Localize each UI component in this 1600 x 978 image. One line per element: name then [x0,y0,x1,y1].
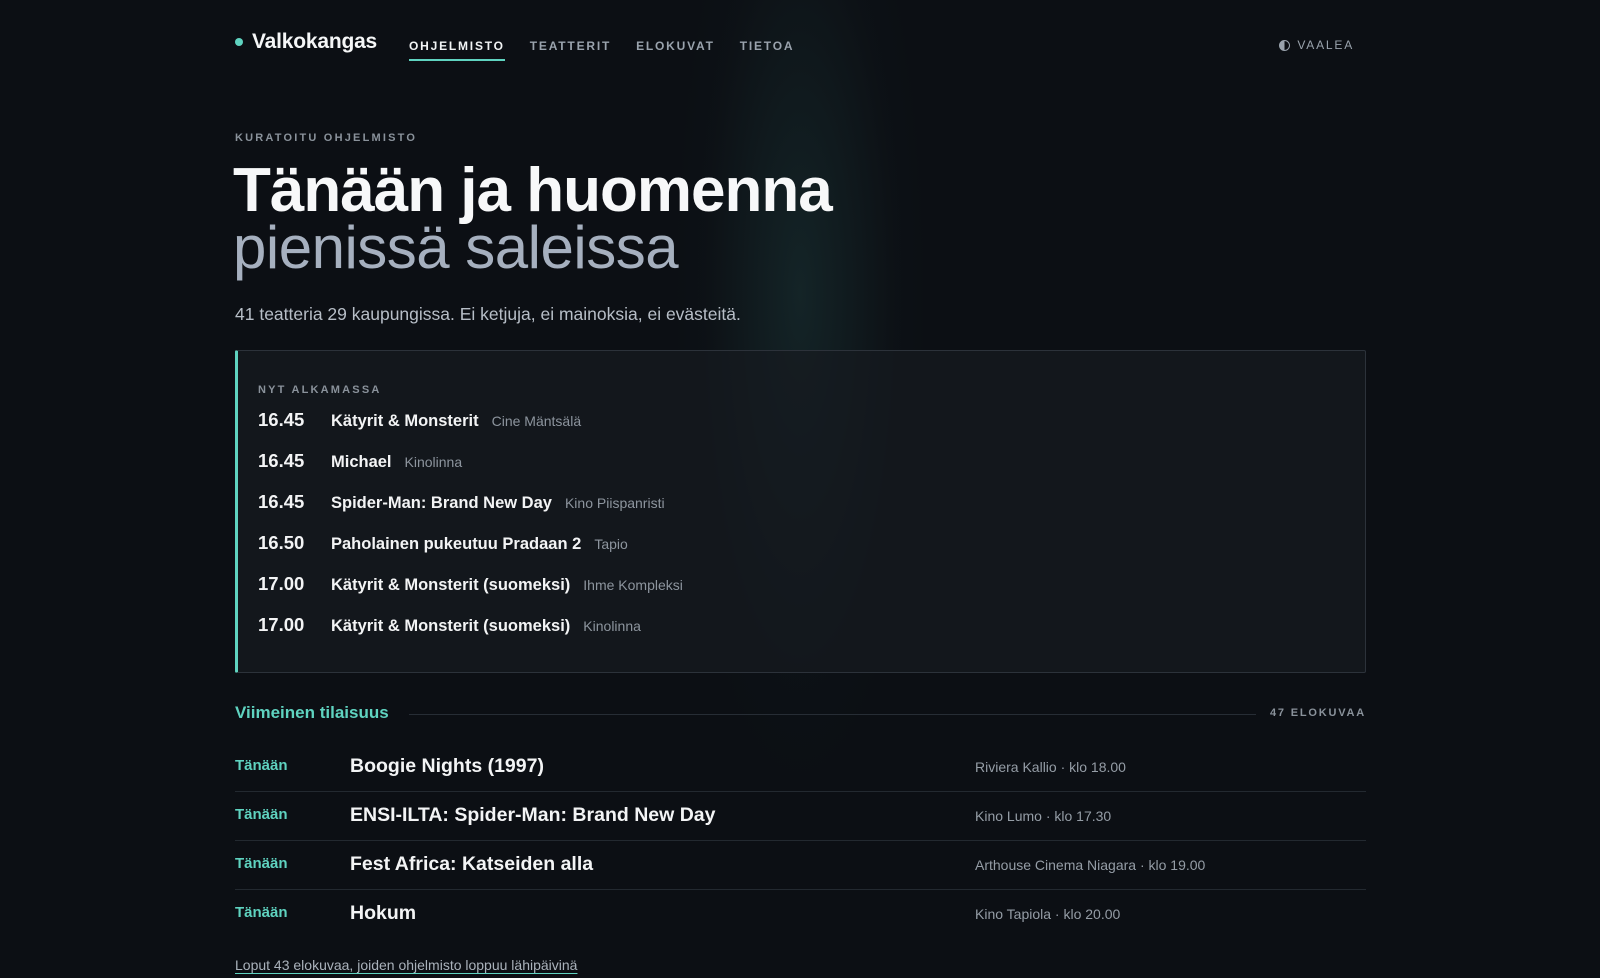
showtime-venue: Kinolinna [404,454,463,470]
list-item-venue: Kino Tapiola · klo 20.00 [975,906,1121,922]
now-starting-label: NYT ALKAMASSA [258,384,382,396]
list-item-title: Hokum [350,902,417,924]
list-item[interactable]: Tänään ENSI-ILTA: Spider-Man: Brand New … [235,792,1366,841]
showtime-item[interactable]: 16.45 Spider-Man: Brand New Day Kino Pii… [258,491,683,532]
brand-name: Valkokangas [252,30,378,53]
more-films-link[interactable]: Loput 43 elokuvaa, joiden ohjelmisto lop… [235,957,577,973]
nav-item-tietoa[interactable]: TIETOA [740,39,795,61]
hero-lede: 41 teatteria 29 kaupungissa. Ei ketjuja,… [235,304,741,324]
last-chance-title: Viimeinen tilaisuus [235,703,389,722]
list-item-title: ENSI-ILTA: Spider-Man: Brand New Day [350,804,716,826]
page-subtitle: pienissä saleissa [233,214,679,281]
nav-item-teatterit[interactable]: TEATTERIT [530,39,611,61]
nav-item-elokuvat[interactable]: ELOKUVAT [636,39,715,61]
list-item-venue: Kino Lumo · klo 17.30 [975,808,1112,824]
showtime-venue: Tapio [594,536,628,552]
hero-eyebrow: KURATOITU OHJELMISTO [235,132,418,144]
showtime-title: Kätyrit & Monsterit (suomeksi) [331,576,571,594]
list-item[interactable]: Tänään Hokum Kino Tapiola · klo 20.00 [235,890,1366,939]
last-chance-list: Tänään Boogie Nights (1997) Riviera Kall… [235,743,1366,939]
showtime-time: 17.00 [258,573,305,594]
showtime-time: 17.00 [258,614,305,635]
list-item[interactable]: Tänään Boogie Nights (1997) Riviera Kall… [235,743,1366,792]
page-title: Tänään ja huomenna [233,156,833,225]
main-nav: OHJELMISTO TEATTERIT ELOKUVAT TIETOA [409,39,819,61]
showtime-title: Kätyrit & Monsterit (suomeksi) [331,617,571,635]
list-item-venue: Arthouse Cinema Niagara · klo 19.00 [975,857,1206,873]
showtime-title: Paholainen pukeutuu Pradaan 2 [331,535,582,553]
showtime-venue: Cine Mäntsälä [491,413,582,429]
section-divider [409,714,1256,715]
showtime-item[interactable]: 17.00 Kätyrit & Monsterit (suomeksi) Ihm… [258,573,683,614]
last-chance-count: 47 ELOKUVAA [1270,707,1366,719]
now-starting-panel: NYT ALKAMASSA 16.45 Kätyrit & Monsterit … [235,350,1366,673]
list-item-title: Fest Africa: Katseiden alla [350,853,594,875]
theme-toggle-label: VAALEA [1297,38,1354,52]
brand-logo-link[interactable]: Valkokangas [235,30,377,54]
showtime-time: 16.50 [258,532,305,553]
showtime-venue: Kino Piispanristi [564,495,665,511]
showtime-venue: Kinolinna [583,618,641,634]
half-circle-icon [1279,39,1291,51]
nav-item-ohjelmisto[interactable]: OHJELMISTO [409,39,505,61]
list-item-when: Tänään [235,757,288,774]
showtime-item[interactable]: 16.45 Kätyrit & Monsterit Cine Mäntsälä [258,409,683,450]
site-header: Valkokangas OHJELMISTO TEATTERIT ELOKUVA… [235,30,1366,70]
showtime-title: Spider-Man: Brand New Day [331,494,552,512]
brand-dot-icon [235,38,243,46]
showtime-time: 16.45 [258,491,305,512]
showtime-item[interactable]: 16.45 Michael Kinolinna [258,450,683,491]
list-item-when: Tänään [235,904,288,921]
showtime-title: Kätyrit & Monsterit [331,412,479,430]
list-item-when: Tänään [235,806,288,823]
showtime-venue: Ihme Kompleksi [583,577,683,593]
last-chance-header: Viimeinen tilaisuus 47 ELOKUVAA [235,703,1366,725]
list-item-title: Boogie Nights (1997) [350,755,544,777]
theme-toggle-button[interactable]: VAALEA [1279,38,1354,52]
list-item-when: Tänään [235,855,288,872]
list-item[interactable]: Tänään Fest Africa: Katseiden alla Artho… [235,841,1366,890]
now-starting-list: 16.45 Kätyrit & Monsterit Cine Mäntsälä … [258,409,683,655]
showtime-time: 16.45 [258,409,305,430]
showtime-time: 16.45 [258,450,305,471]
showtime-item[interactable]: 16.50 Paholainen pukeutuu Pradaan 2 Tapi… [258,532,683,573]
showtime-title: Michael [331,453,392,471]
showtime-item[interactable]: 17.00 Kätyrit & Monsterit (suomeksi) Kin… [258,614,683,655]
list-item-venue: Riviera Kallio · klo 18.00 [975,759,1126,775]
